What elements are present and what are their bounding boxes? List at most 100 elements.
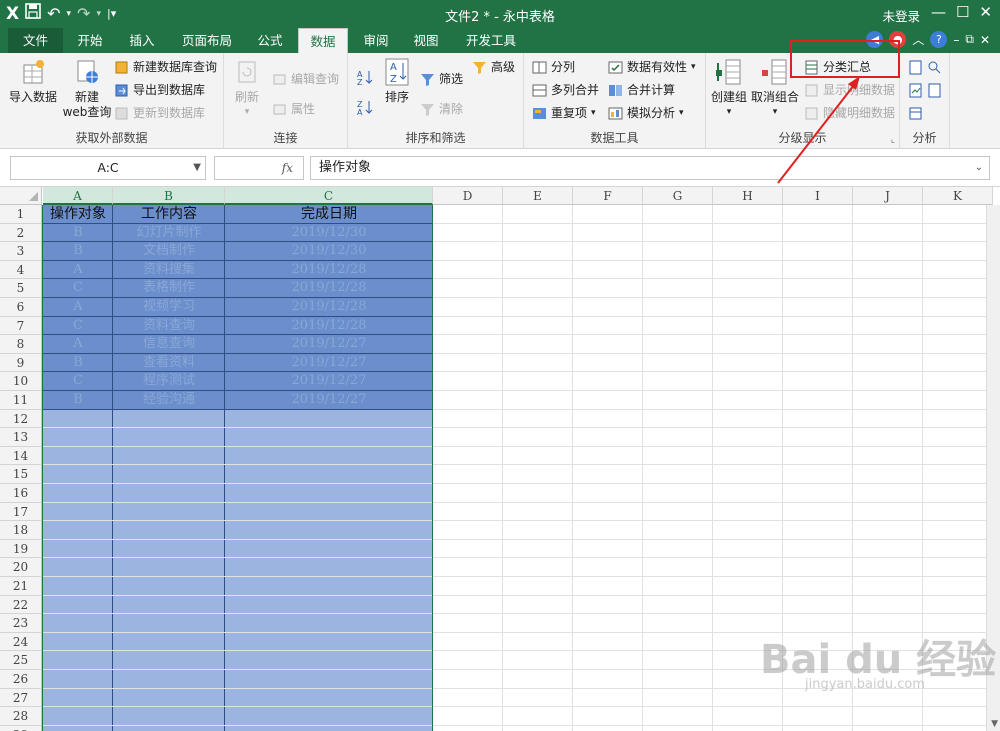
row-header-17[interactable]: 17	[0, 502, 42, 522]
sort-desc-button[interactable]: ZA	[356, 97, 374, 117]
outline-launcher-icon[interactable]: ⌞	[891, 135, 895, 145]
row-header-25[interactable]: 25	[0, 651, 42, 670]
column-header-a[interactable]: A	[43, 187, 113, 205]
row-header-26[interactable]: 26	[0, 670, 42, 689]
create-group-button[interactable]: 创建组 ▾	[708, 57, 750, 120]
tab-developer[interactable]: 开发工具	[460, 28, 522, 53]
row-header-22[interactable]: 22	[0, 595, 42, 615]
row-header-21[interactable]: 21	[0, 577, 42, 596]
export-db-button[interactable]: 导出到数据库	[114, 80, 205, 100]
hide-detail-button[interactable]: 隐藏明细数据	[804, 103, 895, 123]
edit-query-button[interactable]: 编辑查询	[272, 69, 339, 89]
new-web-query-button[interactable]: 新建 web查询	[62, 57, 112, 120]
row-header-15[interactable]: 15	[0, 465, 42, 484]
close-icon[interactable]: ✕	[979, 3, 992, 21]
duplicates-button[interactable]: 重复项 ▾	[532, 103, 596, 123]
row-header-11[interactable]: 11	[0, 391, 42, 410]
multi-merge-button[interactable]: 多列合并	[532, 80, 599, 100]
tab-data[interactable]: 数据	[298, 28, 348, 53]
row-header-2[interactable]: 2	[0, 223, 42, 243]
new-db-query-button[interactable]: 新建数据库查询	[114, 57, 217, 77]
name-box-dropdown-icon[interactable]: ▼	[193, 157, 201, 179]
row-header-20[interactable]: 20	[0, 558, 42, 577]
row-header-7[interactable]: 7	[0, 316, 42, 336]
import-data-button[interactable]: 导入数据	[6, 57, 60, 105]
formula-input[interactable]: 操作对象 ⌄	[310, 156, 990, 180]
row-header-10[interactable]: 10	[0, 372, 42, 391]
maximize-icon[interactable]: ☐	[956, 3, 969, 21]
column-header-c[interactable]: C	[225, 187, 433, 205]
show-detail-button[interactable]: 显示明细数据	[804, 80, 895, 100]
row-header-6[interactable]: 6	[0, 298, 42, 317]
row-header-27[interactable]: 27	[0, 688, 42, 708]
scroll-down-icon[interactable]: ▼	[991, 719, 998, 729]
tab-home[interactable]: 开始	[70, 28, 110, 53]
spreadsheet-grid[interactable]: A B C D E F G H I J K 1 2 3 4 5 6 7 8 9 10 11 12 13 14 15 16 17 18 19…	[0, 187, 1000, 731]
row-header-3[interactable]: 3	[0, 242, 42, 261]
row-header-19[interactable]: 19	[0, 539, 42, 559]
tab-file[interactable]: 文件	[8, 28, 63, 53]
row-header-4[interactable]: 4	[0, 260, 42, 280]
column-header-e[interactable]: E	[503, 187, 573, 205]
row-header-16[interactable]: 16	[0, 484, 42, 503]
row-header-1[interactable]: 1	[0, 205, 42, 224]
help-icon[interactable]: ?	[930, 31, 948, 48]
doc-restore-icon[interactable]: ⧉	[965, 32, 974, 47]
tab-view[interactable]: 视图	[406, 28, 446, 53]
row-header-8[interactable]: 8	[0, 335, 42, 354]
minimize-icon[interactable]: —	[931, 3, 946, 21]
new-web-query-label-2: web查询	[62, 105, 112, 119]
tab-insert[interactable]: 插入	[122, 28, 162, 53]
doc-close-icon[interactable]: ✕	[980, 33, 990, 47]
row-header-13[interactable]: 13	[0, 428, 42, 447]
row-header-18[interactable]: 18	[0, 521, 42, 540]
column-header-h[interactable]: H	[713, 187, 783, 205]
fx-button[interactable]: fx	[214, 156, 304, 180]
clear-filter-button[interactable]: 清除	[420, 99, 463, 119]
analysis-tool-2-button[interactable]	[908, 80, 942, 100]
row-header-9[interactable]: 9	[0, 353, 42, 373]
collapse-ribbon-icon[interactable]: ︿	[912, 31, 924, 48]
name-box[interactable]: A:C ▼	[10, 156, 206, 180]
tab-formulas[interactable]: 公式	[250, 28, 290, 53]
column-header-k[interactable]: K	[923, 187, 993, 205]
row-header-28[interactable]: 28	[0, 707, 42, 726]
analysis-tool-3-button[interactable]	[908, 103, 923, 123]
refresh-dropdown-icon[interactable]: ▾	[230, 105, 264, 120]
column-header-g[interactable]: G	[643, 187, 713, 205]
row-header-12[interactable]: 12	[0, 409, 42, 429]
simulate-button[interactable]: 模拟分析 ▾	[608, 103, 684, 123]
row-header-23[interactable]: 23	[0, 614, 42, 633]
split-column-button[interactable]: 分列	[532, 57, 575, 77]
login-status[interactable]: 未登录	[882, 6, 920, 25]
sort-button[interactable]: AZ 排序	[380, 57, 414, 105]
doc-minimize-icon[interactable]: –	[953, 33, 959, 47]
duplicates-dropdown-icon[interactable]: ▾	[591, 103, 596, 123]
refresh-button[interactable]: 刷新 ▾	[230, 57, 264, 120]
column-header-j[interactable]: J	[853, 187, 923, 205]
update-db-button[interactable]: 更新到数据库	[114, 103, 205, 123]
column-header-d[interactable]: D	[433, 187, 503, 205]
advanced-filter-button[interactable]: 高级	[472, 57, 515, 77]
ungroup-dropdown-icon[interactable]: ▾	[750, 105, 800, 120]
analysis-tool-1-button[interactable]	[908, 57, 942, 77]
row-header-14[interactable]: 14	[0, 446, 42, 466]
validity-button[interactable]: 数据有效性 ▾	[608, 57, 696, 77]
row-header-24[interactable]: 24	[0, 632, 42, 652]
filter-button[interactable]: 筛选	[420, 69, 463, 89]
validity-dropdown-icon[interactable]: ▾	[691, 57, 696, 77]
tab-review[interactable]: 审阅	[356, 28, 396, 53]
row-header-5[interactable]: 5	[0, 279, 42, 298]
column-header-b[interactable]: B	[113, 187, 225, 205]
column-header-i[interactable]: I	[783, 187, 853, 205]
properties-button[interactable]: 属性	[272, 99, 315, 119]
consolidate-button[interactable]: 合并计算	[608, 80, 675, 100]
row-header-29[interactable]: 29	[0, 725, 42, 731]
select-all-corner[interactable]	[0, 187, 42, 205]
column-header-f[interactable]: F	[573, 187, 643, 205]
create-group-dropdown-icon[interactable]: ▾	[708, 105, 750, 120]
expand-formula-icon[interactable]: ⌄	[975, 157, 983, 179]
sort-asc-button[interactable]: AZ	[356, 67, 374, 87]
simulate-dropdown-icon[interactable]: ▾	[679, 103, 684, 123]
tab-page-layout[interactable]: 页面布局	[176, 28, 238, 53]
